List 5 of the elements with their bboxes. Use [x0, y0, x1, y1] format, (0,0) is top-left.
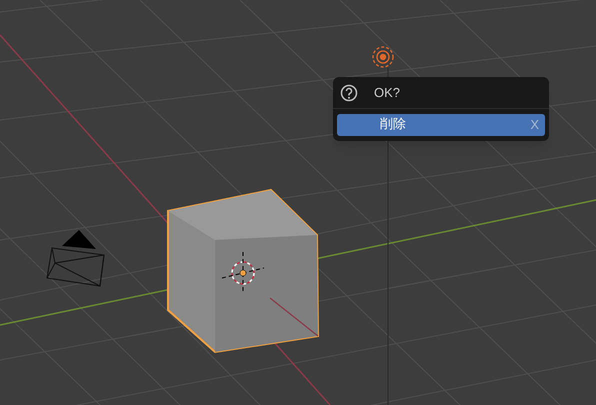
popup-title: OK? [374, 84, 400, 102]
help-icon [340, 84, 358, 102]
light-icon [372, 46, 394, 68]
camera-drawing [46, 230, 105, 287]
menu-item[interactable]: 削除 X [337, 114, 545, 136]
